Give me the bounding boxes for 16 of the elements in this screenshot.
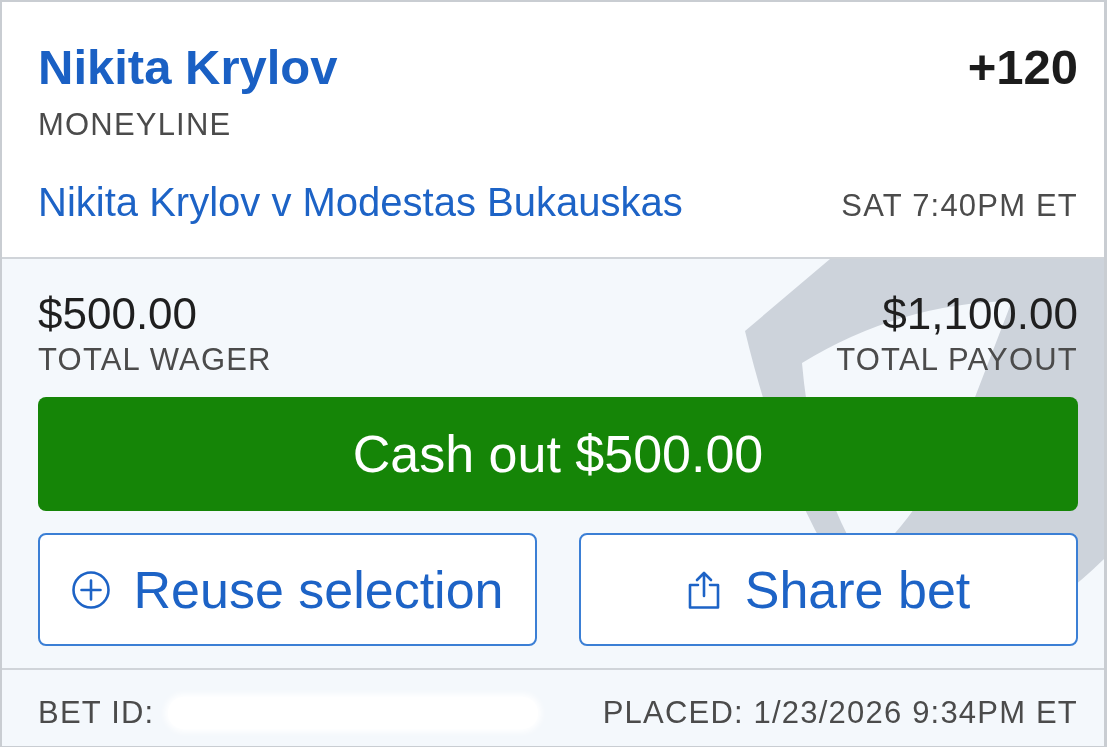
odds: +120 <box>967 39 1078 95</box>
cash-out-button[interactable]: Cash out $500.00 <box>38 397 1078 511</box>
amount: $1,100.00 <box>882 289 1078 339</box>
plus-circle-icon <box>71 570 110 609</box>
reuse-selection-button[interactable]: Reuse selection <box>38 533 537 646</box>
amount: $500.00 <box>38 289 198 339</box>
share-icon <box>686 570 721 609</box>
share-button[interactable]: Share bet <box>579 533 1078 646</box>
amount-label: TOTAL WAGER <box>38 342 272 378</box>
selection-name: Nikita Krylov <box>38 39 338 95</box>
event-link[interactable]: Nikita Krylov v Modestas Bukauskas <box>38 179 683 225</box>
placed-date: PLACED: 1/23/2026 9:34PM ET <box>602 695 1078 731</box>
market-type: MONEYLINE <box>38 107 232 143</box>
start-time: SAT 7:40PM ET <box>841 188 1078 224</box>
amount-label: TOTAL PAYOUT <box>836 342 1078 378</box>
bet-id-label: BET ID: <box>38 695 155 731</box>
